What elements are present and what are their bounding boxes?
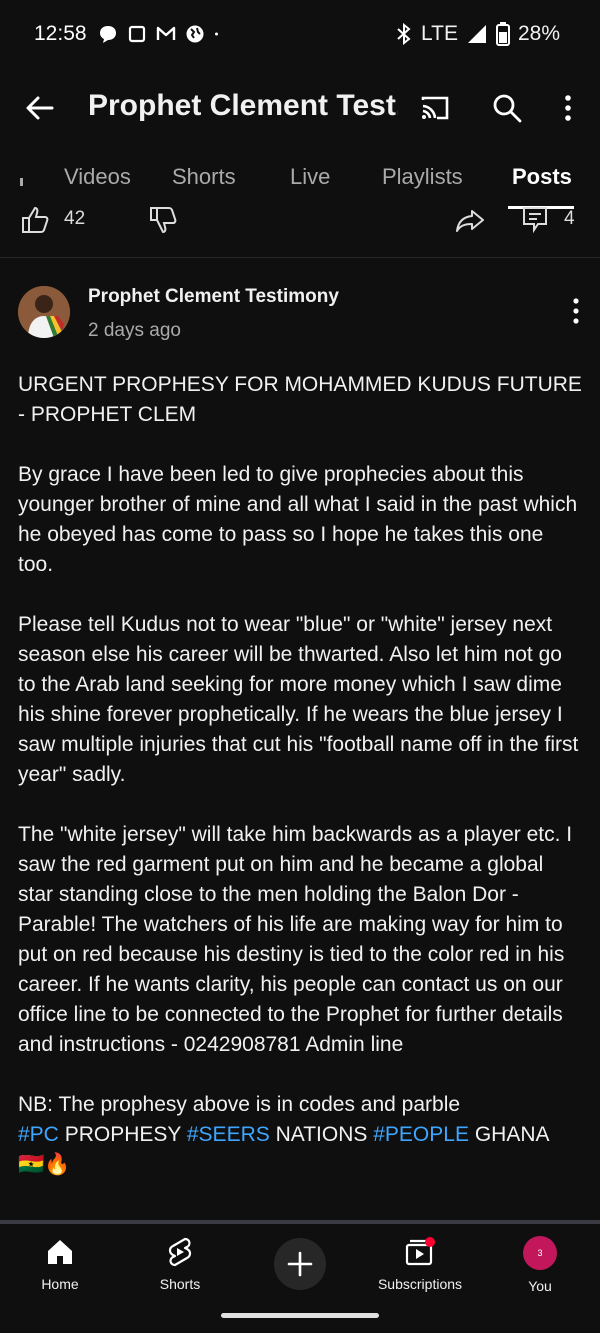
nav-home[interactable]: Home — [5, 1236, 115, 1292]
nb-text: NB: The prophesy above is in codes and p… — [18, 1093, 461, 1116]
avatar-image — [18, 286, 70, 338]
comment-count: 4 — [564, 208, 575, 229]
page-title: Prophet Clement Test... — [88, 89, 398, 122]
channel-avatar[interactable] — [18, 286, 70, 338]
signal-icon — [467, 25, 486, 43]
plus-icon — [287, 1251, 313, 1277]
shorts-icon — [168, 1237, 192, 1267]
nav-shorts-label: Shorts — [159, 1276, 201, 1292]
nav-you-label: You — [528, 1278, 552, 1294]
profile-avatar: 3 — [523, 1236, 557, 1270]
post-timestamp: 2 days ago — [88, 320, 181, 341]
previous-post-actions: 42 4 — [0, 200, 600, 258]
dot-icon — [215, 32, 218, 36]
hashtag-word-2: NATIONS — [275, 1123, 368, 1146]
channel-name[interactable]: Prophet Clement Testimony — [88, 286, 339, 308]
gmail-icon — [156, 26, 176, 40]
home-icon — [48, 1240, 72, 1264]
share-icon[interactable] — [454, 208, 486, 234]
post-body: URGENT PROPHESY FOR MOHAMMED KUDUS FUTUR… — [18, 370, 584, 1180]
cast-icon[interactable] — [418, 91, 452, 125]
status-right: LTE 28% — [395, 22, 560, 46]
nav-shorts[interactable]: Shorts — [125, 1236, 235, 1292]
nav-home-label: Home — [41, 1276, 79, 1292]
square-icon — [128, 25, 146, 43]
profile-avatar-badge: 3 — [537, 1248, 543, 1258]
globe-icon — [186, 25, 204, 43]
search-icon[interactable] — [490, 91, 524, 125]
post-footer: NB: The prophesy above is in codes and p… — [18, 1090, 584, 1180]
hashtag-people[interactable]: #PEOPLE — [373, 1123, 469, 1146]
hashtag-seers[interactable]: #SEERS — [187, 1123, 270, 1146]
tab-shorts[interactable]: Shorts — [172, 164, 236, 190]
tab-posts[interactable]: Posts — [512, 164, 572, 190]
scroll-indicator — [20, 178, 23, 186]
post-heading: URGENT PROPHESY FOR MOHAMMED KUDUS FUTUR… — [18, 373, 582, 426]
nav-you[interactable]: 3 You — [485, 1236, 595, 1294]
bluetooth-icon — [397, 23, 411, 45]
subscriptions-icon — [405, 1237, 435, 1266]
notification-icons — [98, 24, 224, 44]
comment-icon[interactable] — [520, 204, 550, 234]
tab-videos[interactable]: Videos — [64, 164, 131, 190]
tab-live[interactable]: Live — [290, 164, 330, 190]
chat-bubble-icon — [100, 26, 116, 43]
post-paragraph-2: Please tell Kudus not to wear "blue" or … — [18, 613, 579, 786]
battery-percent: 28% — [517, 22, 560, 45]
like-count: 42 — [64, 208, 86, 229]
nav-subscriptions-label: Subscriptions — [377, 1276, 463, 1292]
create-button[interactable] — [274, 1238, 326, 1290]
post-emojis: 🇬🇭🔥 — [18, 1153, 71, 1176]
hashtag-word-1: PROPHESY — [64, 1123, 182, 1146]
hashtag-word-3: GHANA — [474, 1123, 550, 1146]
more-options-icon[interactable] — [551, 91, 585, 125]
post-paragraph-1: By grace I have been led to give prophec… — [18, 463, 578, 576]
status-bar: 12:58 LTE 28% — [0, 0, 600, 72]
dislike-icon[interactable] — [148, 206, 178, 234]
community-post: Prophet Clement Testimony 2 days ago URG… — [0, 258, 600, 1223]
network-type: LTE — [421, 22, 458, 45]
like-icon[interactable] — [20, 206, 50, 234]
app-bar: Prophet Clement Test... — [0, 72, 600, 144]
back-arrow-icon[interactable] — [22, 90, 58, 126]
nav-subscriptions[interactable]: Subscriptions — [365, 1236, 475, 1292]
hashtag-pc[interactable]: #PC — [18, 1123, 59, 1146]
battery-icon — [495, 22, 510, 46]
tab-playlists[interactable]: Playlists — [382, 164, 463, 190]
status-time: 12:58 — [34, 22, 87, 45]
post-options-icon[interactable] — [564, 296, 588, 326]
gesture-bar — [221, 1313, 379, 1318]
post-paragraph-3: The "white jersey" will take him backwar… — [18, 823, 573, 1056]
